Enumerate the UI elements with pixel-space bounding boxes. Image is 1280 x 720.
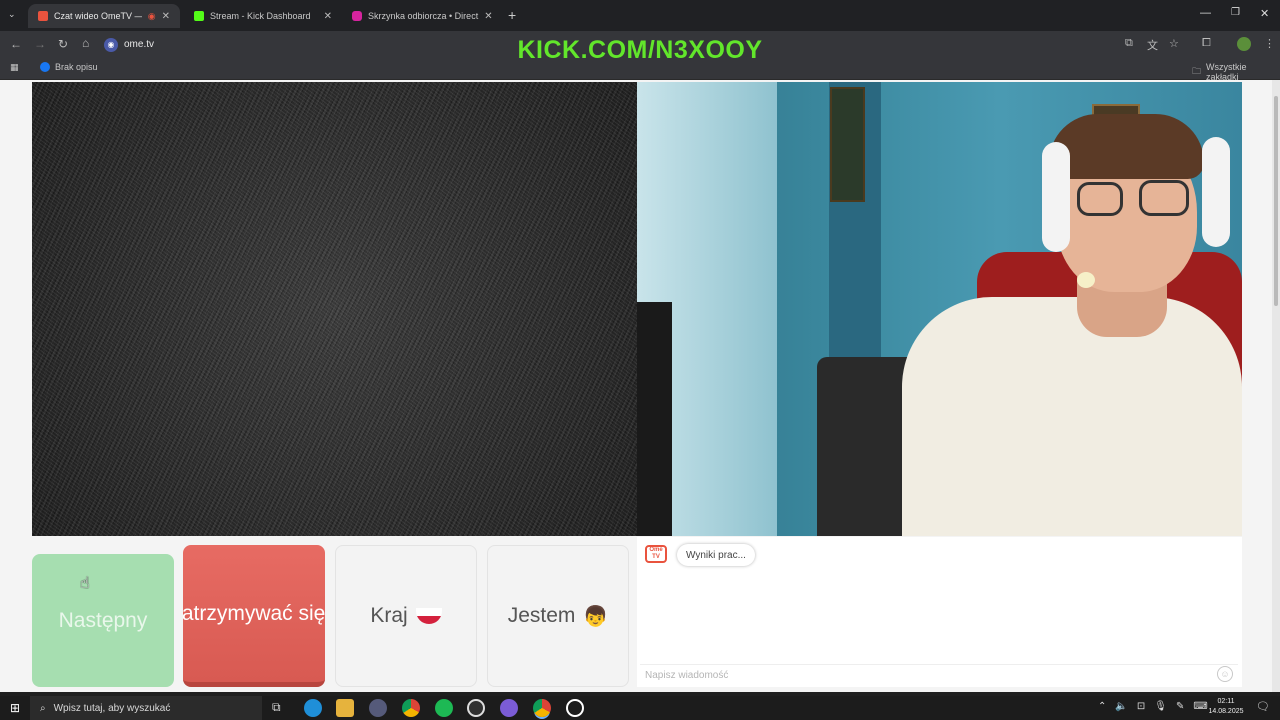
system-tray: ⌃ 🔈 ⊡ 🎙 ✎ ⌨ xyxy=(1098,701,1208,712)
chrome-active-icon[interactable] xyxy=(533,699,551,717)
bookmark-label: Brak opisu xyxy=(55,62,98,72)
stop-label: Zatrzymywać się xyxy=(183,601,325,625)
taskbar-clock[interactable]: 02:11 14.08.2025 xyxy=(1206,697,1246,717)
taskbar-search[interactable]: ⌕ Wpisz tutaj, aby wyszukać xyxy=(30,696,262,720)
own-webcam-video xyxy=(637,82,1242,536)
close-tab-icon[interactable]: ✕ xyxy=(484,11,492,22)
hand-cursor-icon: ☝ xyxy=(80,575,90,592)
search-icon: ⌕ xyxy=(40,702,46,714)
emoji-picker-icon[interactable]: ☺ xyxy=(1217,666,1233,682)
profile-avatar[interactable] xyxy=(1237,37,1251,51)
next-button[interactable]: Następny xyxy=(32,554,174,687)
obs-icon[interactable] xyxy=(467,699,485,717)
tab-search-icon[interactable]: ⌄ xyxy=(8,9,16,20)
gender-button[interactable]: Jestem 👦 xyxy=(487,545,629,687)
tab-title: Stream - Kick Dashboard xyxy=(210,11,311,21)
tab-title: Czat wideo OmeTV — alter xyxy=(54,11,142,21)
close-tab-icon[interactable]: ✕ xyxy=(162,11,170,22)
dark-object xyxy=(637,302,672,536)
bookmark-star-icon[interactable]: ☆ xyxy=(1169,37,1179,50)
notifications-icon[interactable]: 🗨 xyxy=(1256,700,1270,713)
folder-icon: 🗀 xyxy=(1192,66,1202,76)
headset-mic xyxy=(1077,272,1095,288)
minimize-icon[interactable]: — xyxy=(1200,7,1211,19)
recording-icon: ◉ xyxy=(147,10,156,21)
restore-icon[interactable]: ❐ xyxy=(1231,7,1240,18)
chat-message-input[interactable]: Napisz wiadomość xyxy=(640,664,1238,686)
gender-label: Jestem xyxy=(507,604,576,627)
bookmarks-bar xyxy=(0,58,1280,80)
search-placeholder: Wpisz tutaj, aby wyszukać xyxy=(53,702,171,714)
tab-instagram-direct[interactable]: Skrzynka odbiorcza • Direct ✕ xyxy=(342,4,500,28)
close-window-icon[interactable]: ✕ xyxy=(1260,7,1269,20)
headphone-left xyxy=(1042,142,1070,252)
stranger-video-static xyxy=(32,82,637,536)
glasses-right xyxy=(1139,180,1189,216)
clock-date: 14.08.2025 xyxy=(1208,708,1244,715)
apps-grid-icon[interactable]: ▦ xyxy=(10,62,19,73)
tab-kick-dashboard[interactable]: Stream - Kick Dashboard ✕ xyxy=(184,4,342,28)
next-label: Następny xyxy=(58,608,148,632)
microphone-icon[interactable]: 🎙 xyxy=(1154,701,1167,712)
translate-icon[interactable]: 文 xyxy=(1147,37,1158,53)
windows-start-icon[interactable]: ⊞ xyxy=(10,701,20,715)
volume-icon[interactable]: 🔈 xyxy=(1115,701,1127,712)
instagram-favicon-icon xyxy=(352,11,362,21)
country-label: Kraj xyxy=(370,604,408,627)
ometv-favicon-icon xyxy=(38,11,48,21)
install-app-icon[interactable]: ⧉ xyxy=(1125,37,1133,50)
facebook-icon xyxy=(40,62,50,72)
bookmark-item[interactable]: Brak opisu xyxy=(40,62,98,72)
country-button[interactable]: Kraj xyxy=(335,545,477,687)
chrome-icon[interactable] xyxy=(402,699,420,717)
clock-time: 02:11 xyxy=(1217,698,1235,705)
kick-favicon-icon xyxy=(194,11,204,21)
extensions-icon[interactable]: ⧠ xyxy=(1202,37,1211,50)
all-bookmarks[interactable]: 🗀 Wszystkie zakładki xyxy=(1192,62,1280,82)
hair xyxy=(1049,114,1204,179)
file-explorer-icon[interactable] xyxy=(336,699,354,717)
stop-button[interactable]: Zatrzymywać się xyxy=(183,545,325,687)
menu-kebab-icon[interactable]: ⋮ xyxy=(1264,37,1275,50)
new-tab-icon[interactable]: + xyxy=(508,7,516,23)
webcam-app-icon[interactable] xyxy=(566,699,584,717)
pen-icon[interactable]: ✎ xyxy=(1176,701,1184,712)
spotify-icon[interactable] xyxy=(435,699,453,717)
headphone-right xyxy=(1202,137,1230,247)
white-tshirt xyxy=(902,297,1242,536)
glasses-left xyxy=(1077,182,1123,216)
tab-ometv[interactable]: Czat wideo OmeTV — alter ◉ ✕ xyxy=(28,4,180,28)
chevron-up-icon[interactable]: ⌃ xyxy=(1098,701,1106,712)
system-message: Wyniki prac... xyxy=(677,544,755,566)
edge-icon[interactable] xyxy=(304,699,322,717)
boy-emoji-icon: 👦 xyxy=(583,605,609,628)
ometv-logo-icon: Ome TV xyxy=(645,545,667,563)
network-icon[interactable]: ⊡ xyxy=(1137,701,1145,712)
app-icon[interactable] xyxy=(369,699,387,717)
close-tab-icon[interactable]: ✕ xyxy=(324,11,332,22)
wall-picture xyxy=(830,87,865,202)
all-bookmarks-label: Wszystkie zakładki xyxy=(1206,62,1247,82)
poland-flag-icon xyxy=(415,608,442,624)
tab-title: Skrzynka odbiorcza • Direct xyxy=(368,11,479,21)
messenger-icon[interactable] xyxy=(500,699,518,717)
task-view-icon[interactable]: ⧉ xyxy=(272,700,281,715)
scrollbar-thumb[interactable] xyxy=(1274,96,1278,306)
